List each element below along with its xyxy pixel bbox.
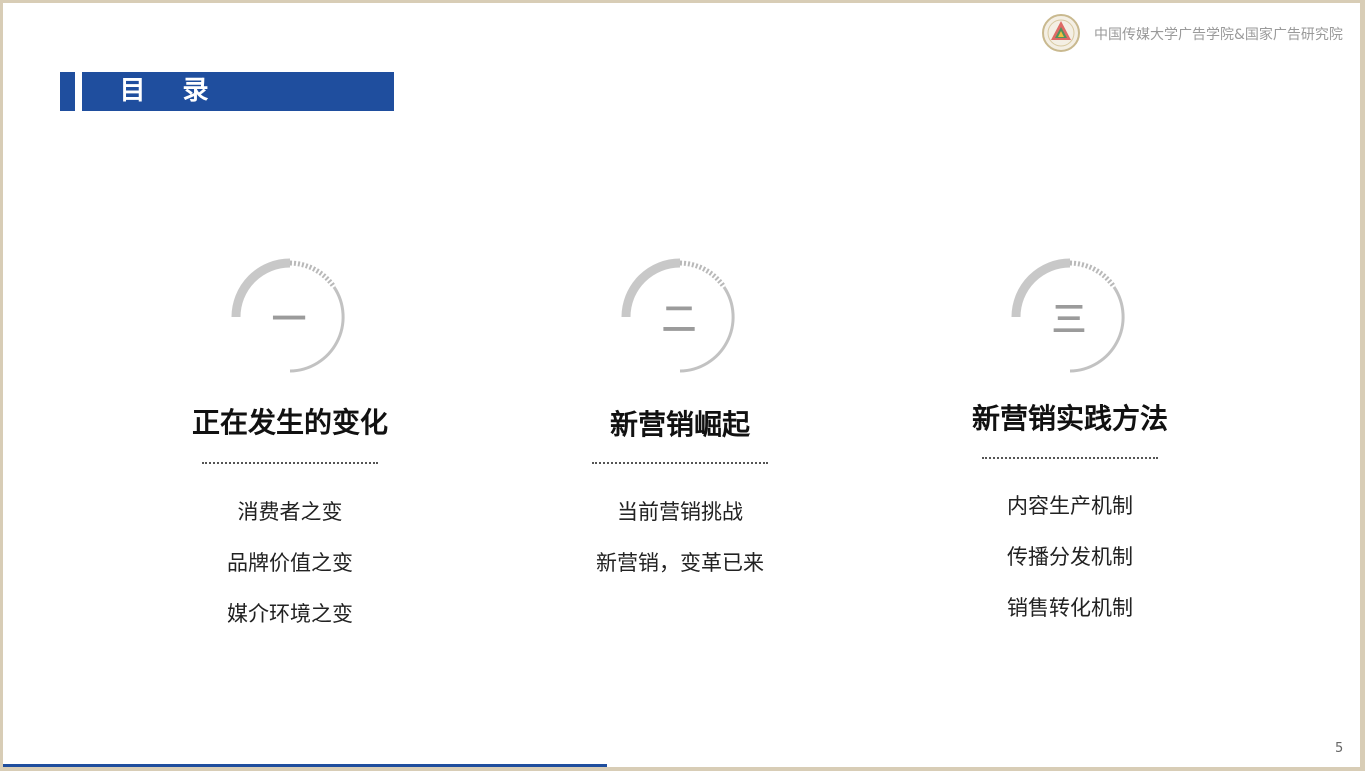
page-number: 5	[1335, 741, 1344, 756]
list-item: 内容生产机制	[1007, 494, 1133, 518]
section-numeral: 一	[272, 300, 308, 340]
dotted-divider	[202, 462, 378, 464]
list-item: 消费者之变	[237, 500, 343, 524]
section-title: 新营销实践方法	[971, 402, 1168, 435]
list-item: 品牌价值之变	[227, 551, 353, 575]
list-item: 传播分发机制	[1007, 545, 1133, 569]
title-accent-bar	[60, 72, 75, 111]
page-title: 目 录	[119, 76, 223, 106]
bottom-accent-bar	[3, 764, 607, 767]
list-item: 媒介环境之变	[227, 602, 353, 626]
section-numeral: 三	[1052, 300, 1088, 340]
section-title: 正在发生的变化	[191, 406, 388, 439]
title-banner: 目 录	[82, 72, 394, 111]
section-numeral: 二	[662, 300, 698, 340]
dotted-divider	[592, 462, 768, 464]
university-emblem-icon	[1042, 14, 1080, 52]
slide: 中国传媒大学广告学院&国家广告研究院 目 录 一 正在发生的变化 消费者之变 品…	[3, 3, 1360, 767]
dotted-divider	[982, 457, 1158, 459]
list-item: 当前营销挑战	[617, 500, 743, 524]
section-title: 新营销崛起	[609, 408, 750, 441]
list-item: 新营销，变革已来	[596, 551, 764, 575]
organization-name: 中国传媒大学广告学院&国家广告研究院	[1094, 27, 1343, 43]
list-item: 销售转化机制	[1007, 596, 1133, 620]
